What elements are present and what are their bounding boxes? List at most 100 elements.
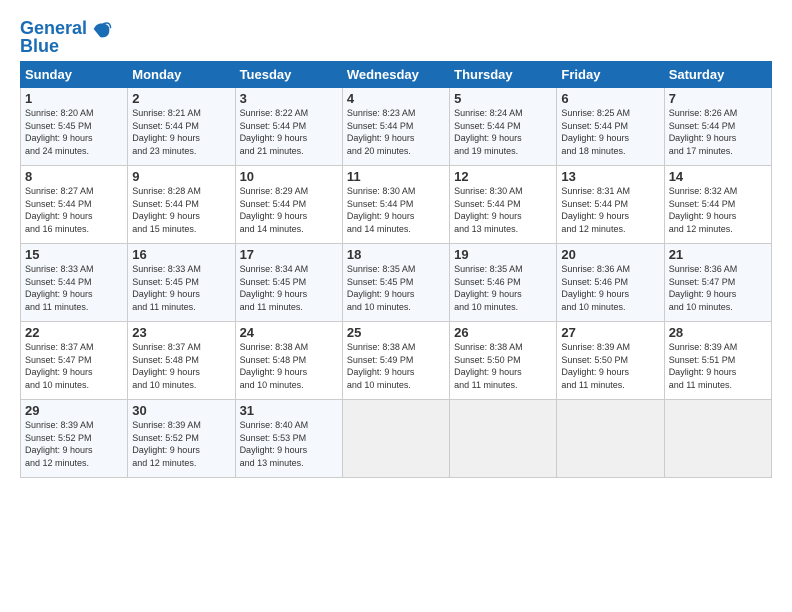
day-number: 6 bbox=[561, 91, 659, 106]
cell-info: Sunrise: 8:32 AMSunset: 5:44 PMDaylight:… bbox=[669, 185, 767, 235]
cell-info: Sunrise: 8:21 AMSunset: 5:44 PMDaylight:… bbox=[132, 107, 230, 157]
calendar-cell: 4Sunrise: 8:23 AMSunset: 5:44 PMDaylight… bbox=[342, 88, 449, 166]
col-header-saturday: Saturday bbox=[664, 62, 771, 88]
calendar-cell: 8Sunrise: 8:27 AMSunset: 5:44 PMDaylight… bbox=[21, 166, 128, 244]
cell-info: Sunrise: 8:39 AMSunset: 5:51 PMDaylight:… bbox=[669, 341, 767, 391]
cell-info: Sunrise: 8:28 AMSunset: 5:44 PMDaylight:… bbox=[132, 185, 230, 235]
calendar-cell: 1Sunrise: 8:20 AMSunset: 5:45 PMDaylight… bbox=[21, 88, 128, 166]
day-number: 16 bbox=[132, 247, 230, 262]
calendar-table: SundayMondayTuesdayWednesdayThursdayFrid… bbox=[20, 61, 772, 478]
calendar-cell: 7Sunrise: 8:26 AMSunset: 5:44 PMDaylight… bbox=[664, 88, 771, 166]
day-number: 26 bbox=[454, 325, 552, 340]
calendar-cell: 3Sunrise: 8:22 AMSunset: 5:44 PMDaylight… bbox=[235, 88, 342, 166]
calendar-cell bbox=[664, 400, 771, 478]
calendar-cell: 19Sunrise: 8:35 AMSunset: 5:46 PMDayligh… bbox=[450, 244, 557, 322]
cell-info: Sunrise: 8:22 AMSunset: 5:44 PMDaylight:… bbox=[240, 107, 338, 157]
cell-info: Sunrise: 8:25 AMSunset: 5:44 PMDaylight:… bbox=[561, 107, 659, 157]
cell-info: Sunrise: 8:35 AMSunset: 5:45 PMDaylight:… bbox=[347, 263, 445, 313]
day-number: 1 bbox=[25, 91, 123, 106]
day-number: 11 bbox=[347, 169, 445, 184]
cell-info: Sunrise: 8:39 AMSunset: 5:50 PMDaylight:… bbox=[561, 341, 659, 391]
col-header-thursday: Thursday bbox=[450, 62, 557, 88]
cell-info: Sunrise: 8:38 AMSunset: 5:48 PMDaylight:… bbox=[240, 341, 338, 391]
day-number: 18 bbox=[347, 247, 445, 262]
day-number: 22 bbox=[25, 325, 123, 340]
cell-info: Sunrise: 8:35 AMSunset: 5:46 PMDaylight:… bbox=[454, 263, 552, 313]
cell-info: Sunrise: 8:26 AMSunset: 5:44 PMDaylight:… bbox=[669, 107, 767, 157]
day-number: 28 bbox=[669, 325, 767, 340]
calendar-cell bbox=[450, 400, 557, 478]
calendar-cell: 21Sunrise: 8:36 AMSunset: 5:47 PMDayligh… bbox=[664, 244, 771, 322]
calendar-cell: 27Sunrise: 8:39 AMSunset: 5:50 PMDayligh… bbox=[557, 322, 664, 400]
day-number: 30 bbox=[132, 403, 230, 418]
logo: General Blue bbox=[20, 18, 112, 57]
col-header-friday: Friday bbox=[557, 62, 664, 88]
cell-info: Sunrise: 8:29 AMSunset: 5:44 PMDaylight:… bbox=[240, 185, 338, 235]
cell-info: Sunrise: 8:37 AMSunset: 5:47 PMDaylight:… bbox=[25, 341, 123, 391]
day-number: 8 bbox=[25, 169, 123, 184]
calendar-cell: 28Sunrise: 8:39 AMSunset: 5:51 PMDayligh… bbox=[664, 322, 771, 400]
day-number: 7 bbox=[669, 91, 767, 106]
header-row: SundayMondayTuesdayWednesdayThursdayFrid… bbox=[21, 62, 772, 88]
calendar-cell bbox=[342, 400, 449, 478]
calendar-cell: 2Sunrise: 8:21 AMSunset: 5:44 PMDaylight… bbox=[128, 88, 235, 166]
calendar-cell: 23Sunrise: 8:37 AMSunset: 5:48 PMDayligh… bbox=[128, 322, 235, 400]
week-row-1: 1Sunrise: 8:20 AMSunset: 5:45 PMDaylight… bbox=[21, 88, 772, 166]
calendar-cell: 20Sunrise: 8:36 AMSunset: 5:46 PMDayligh… bbox=[557, 244, 664, 322]
cell-info: Sunrise: 8:37 AMSunset: 5:48 PMDaylight:… bbox=[132, 341, 230, 391]
cell-info: Sunrise: 8:36 AMSunset: 5:47 PMDaylight:… bbox=[669, 263, 767, 313]
day-number: 12 bbox=[454, 169, 552, 184]
day-number: 20 bbox=[561, 247, 659, 262]
cell-info: Sunrise: 8:40 AMSunset: 5:53 PMDaylight:… bbox=[240, 419, 338, 469]
day-number: 10 bbox=[240, 169, 338, 184]
day-number: 9 bbox=[132, 169, 230, 184]
calendar-cell: 25Sunrise: 8:38 AMSunset: 5:49 PMDayligh… bbox=[342, 322, 449, 400]
cell-info: Sunrise: 8:23 AMSunset: 5:44 PMDaylight:… bbox=[347, 107, 445, 157]
day-number: 15 bbox=[25, 247, 123, 262]
week-row-4: 22Sunrise: 8:37 AMSunset: 5:47 PMDayligh… bbox=[21, 322, 772, 400]
week-row-2: 8Sunrise: 8:27 AMSunset: 5:44 PMDaylight… bbox=[21, 166, 772, 244]
calendar-cell: 31Sunrise: 8:40 AMSunset: 5:53 PMDayligh… bbox=[235, 400, 342, 478]
calendar-cell: 30Sunrise: 8:39 AMSunset: 5:52 PMDayligh… bbox=[128, 400, 235, 478]
calendar-cell: 16Sunrise: 8:33 AMSunset: 5:45 PMDayligh… bbox=[128, 244, 235, 322]
day-number: 2 bbox=[132, 91, 230, 106]
day-number: 31 bbox=[240, 403, 338, 418]
calendar-cell: 29Sunrise: 8:39 AMSunset: 5:52 PMDayligh… bbox=[21, 400, 128, 478]
day-number: 17 bbox=[240, 247, 338, 262]
cell-info: Sunrise: 8:38 AMSunset: 5:49 PMDaylight:… bbox=[347, 341, 445, 391]
calendar-cell: 13Sunrise: 8:31 AMSunset: 5:44 PMDayligh… bbox=[557, 166, 664, 244]
calendar-cell: 18Sunrise: 8:35 AMSunset: 5:45 PMDayligh… bbox=[342, 244, 449, 322]
calendar-cell: 26Sunrise: 8:38 AMSunset: 5:50 PMDayligh… bbox=[450, 322, 557, 400]
day-number: 24 bbox=[240, 325, 338, 340]
cell-info: Sunrise: 8:27 AMSunset: 5:44 PMDaylight:… bbox=[25, 185, 123, 235]
day-number: 4 bbox=[347, 91, 445, 106]
calendar-cell: 22Sunrise: 8:37 AMSunset: 5:47 PMDayligh… bbox=[21, 322, 128, 400]
col-header-wednesday: Wednesday bbox=[342, 62, 449, 88]
cell-info: Sunrise: 8:39 AMSunset: 5:52 PMDaylight:… bbox=[25, 419, 123, 469]
page: General Blue SundayMondayTuesdayWednesda… bbox=[0, 0, 792, 488]
cell-info: Sunrise: 8:30 AMSunset: 5:44 PMDaylight:… bbox=[347, 185, 445, 235]
cell-info: Sunrise: 8:38 AMSunset: 5:50 PMDaylight:… bbox=[454, 341, 552, 391]
logo-icon bbox=[90, 18, 112, 40]
calendar-cell: 17Sunrise: 8:34 AMSunset: 5:45 PMDayligh… bbox=[235, 244, 342, 322]
day-number: 14 bbox=[669, 169, 767, 184]
cell-info: Sunrise: 8:33 AMSunset: 5:45 PMDaylight:… bbox=[132, 263, 230, 313]
day-number: 13 bbox=[561, 169, 659, 184]
col-header-sunday: Sunday bbox=[21, 62, 128, 88]
calendar-cell: 9Sunrise: 8:28 AMSunset: 5:44 PMDaylight… bbox=[128, 166, 235, 244]
calendar-cell bbox=[557, 400, 664, 478]
calendar-cell: 12Sunrise: 8:30 AMSunset: 5:44 PMDayligh… bbox=[450, 166, 557, 244]
week-row-5: 29Sunrise: 8:39 AMSunset: 5:52 PMDayligh… bbox=[21, 400, 772, 478]
week-row-3: 15Sunrise: 8:33 AMSunset: 5:44 PMDayligh… bbox=[21, 244, 772, 322]
calendar-cell: 14Sunrise: 8:32 AMSunset: 5:44 PMDayligh… bbox=[664, 166, 771, 244]
header: General Blue bbox=[20, 18, 772, 57]
day-number: 25 bbox=[347, 325, 445, 340]
calendar-cell: 24Sunrise: 8:38 AMSunset: 5:48 PMDayligh… bbox=[235, 322, 342, 400]
day-number: 19 bbox=[454, 247, 552, 262]
calendar-cell: 6Sunrise: 8:25 AMSunset: 5:44 PMDaylight… bbox=[557, 88, 664, 166]
col-header-monday: Monday bbox=[128, 62, 235, 88]
cell-info: Sunrise: 8:34 AMSunset: 5:45 PMDaylight:… bbox=[240, 263, 338, 313]
day-number: 21 bbox=[669, 247, 767, 262]
cell-info: Sunrise: 8:24 AMSunset: 5:44 PMDaylight:… bbox=[454, 107, 552, 157]
day-number: 29 bbox=[25, 403, 123, 418]
